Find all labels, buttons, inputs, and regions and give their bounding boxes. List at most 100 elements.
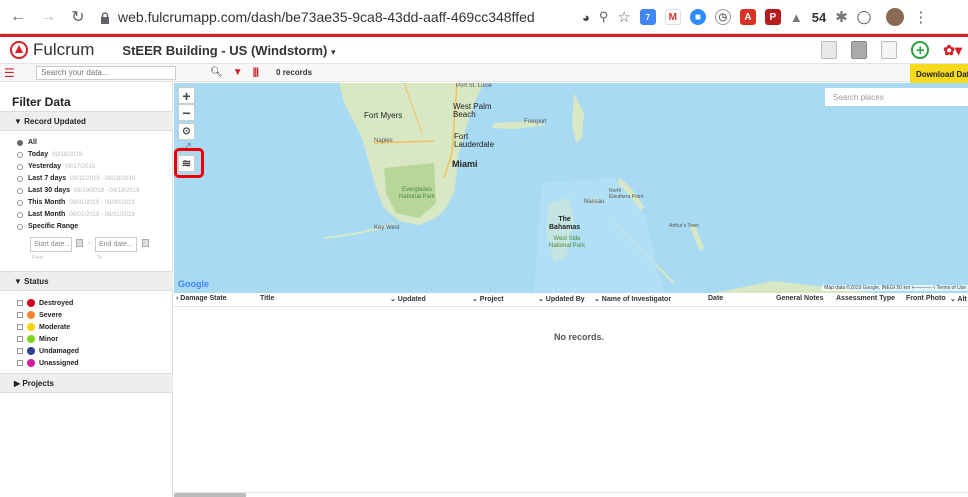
- option-specific-range[interactable]: Specific Range: [17, 223, 78, 230]
- option-all[interactable]: All: [17, 139, 37, 146]
- split-view-icon[interactable]: [851, 41, 868, 59]
- option-label: All: [28, 139, 37, 146]
- option-label: Last 30 days: [28, 187, 71, 194]
- incognito-icon[interactable]: ◕: [582, 10, 590, 25]
- fulcrum-logo-icon: [10, 41, 28, 59]
- status-moderate[interactable]: Moderate: [17, 323, 70, 331]
- checkbox-destroyed[interactable]: [17, 300, 23, 306]
- status-undamaged[interactable]: Undamaged: [17, 347, 79, 355]
- app-header: Fulcrum StEER Building - US (Windstorm) …: [0, 34, 968, 64]
- option-last-month[interactable]: Last Month 08/01/2019 - 08/31/2019: [17, 211, 135, 218]
- radio-last-30-days[interactable]: [17, 187, 23, 194]
- address-bar[interactable]: web.fulcrumapp.com/dash/be73ae35-9ca8-43…: [100, 5, 570, 29]
- projects-header[interactable]: ▶ Projects: [0, 373, 173, 393]
- tab-count[interactable]: 54: [812, 10, 826, 25]
- column-project[interactable]: ⌄ Project: [472, 295, 504, 303]
- column-assessment-type[interactable]: Assessment Type: [836, 295, 895, 302]
- option-this-month[interactable]: This Month 09/01/2019 - 09/30/2019: [17, 199, 135, 206]
- option-date: 08/19/2019 - 09/18/2019: [74, 187, 140, 194]
- back-arrow-icon[interactable]: ←: [6, 5, 30, 29]
- search-places-input[interactable]: Search places: [825, 88, 968, 106]
- clock-icon[interactable]: ◷: [714, 9, 731, 25]
- column-date[interactable]: Date: [708, 295, 723, 302]
- option-date: 08/01/2019 - 08/31/2019: [69, 211, 135, 218]
- status-destroyed[interactable]: Destroyed: [17, 299, 73, 307]
- profile-avatar[interactable]: [886, 8, 905, 26]
- extension-badge-icon[interactable]: 7: [639, 9, 656, 25]
- gear-icon[interactable]: ✿▾: [943, 42, 962, 59]
- status-label: Severe: [39, 311, 62, 319]
- column-updated[interactable]: ⌄ Updated: [390, 295, 426, 303]
- zoom-extension-icon[interactable]: ■: [689, 9, 706, 25]
- circle-icon[interactable]: ◯: [857, 9, 872, 25]
- checkbox-undamaged[interactable]: [17, 348, 23, 354]
- radio-today[interactable]: [17, 151, 23, 158]
- acrobat-icon[interactable]: A: [739, 9, 756, 25]
- scrollbar-thumb[interactable]: [174, 493, 246, 497]
- zoom-icon[interactable]: ⚲: [599, 9, 609, 25]
- radio-all[interactable]: [17, 139, 23, 146]
- grid-scrollbar[interactable]: [174, 492, 968, 497]
- checkbox-moderate[interactable]: [17, 324, 23, 330]
- radio-last-month[interactable]: [17, 211, 23, 218]
- checkbox-severe[interactable]: [17, 312, 23, 318]
- status-unassigned[interactable]: Unassigned: [17, 359, 79, 367]
- zoom-in-button[interactable]: +: [178, 87, 195, 104]
- column-updated-by[interactable]: ⌄ Updated By: [538, 295, 585, 303]
- locate-button[interactable]: ⊙: [178, 123, 195, 140]
- drive-icon[interactable]: ▲: [790, 10, 803, 25]
- pdf-icon[interactable]: P: [764, 9, 781, 25]
- map-label: Port St. Lucie: [456, 83, 493, 89]
- hamburger-icon[interactable]: ☰: [4, 66, 24, 80]
- column-damage-state[interactable]: › Damage State: [176, 295, 227, 302]
- column-general-notes[interactable]: General Notes: [776, 295, 823, 302]
- logo-text: Fulcrum: [33, 40, 95, 59]
- end-calendar-icon[interactable]: [142, 239, 149, 247]
- column-title[interactable]: Title: [260, 295, 274, 302]
- start-date-input[interactable]: Start date...: [30, 237, 72, 252]
- column-alt[interactable]: ⌄ Alt: [950, 295, 967, 303]
- table-view-icon[interactable]: [881, 41, 898, 59]
- add-record-icon[interactable]: +: [911, 41, 930, 59]
- map-attribution[interactable]: Map data ©2019 Google, INEGI 50 km ⊢———⊣…: [822, 285, 968, 291]
- record-updated-header[interactable]: ▼ Record Updated: [0, 111, 173, 131]
- bookmark-star-icon[interactable]: ☆: [617, 8, 630, 26]
- end-date-input[interactable]: End date...: [95, 237, 137, 252]
- option-yesterday[interactable]: Yesterday 09/17/2019: [17, 163, 95, 170]
- reload-icon[interactable]: ↻: [66, 5, 90, 29]
- checkbox-minor[interactable]: [17, 336, 23, 342]
- gmail-icon[interactable]: M: [664, 9, 681, 25]
- column-front-photo[interactable]: Front Photo: [906, 295, 946, 302]
- map-view-icon[interactable]: [821, 41, 838, 59]
- radio-yesterday[interactable]: [17, 163, 23, 170]
- search-icon[interactable]: 🔍︎: [210, 67, 223, 78]
- filter-sidebar: Filter Data ▼ Record Updated All Today 0…: [0, 83, 173, 497]
- radio-specific-range[interactable]: [17, 223, 23, 230]
- asterisk-icon[interactable]: ✱: [835, 8, 848, 26]
- zoom-out-button[interactable]: −: [178, 104, 195, 121]
- option-today[interactable]: Today 09/18/2019: [17, 151, 82, 158]
- checkbox-unassigned[interactable]: [17, 360, 23, 366]
- search-data-input[interactable]: [36, 65, 176, 80]
- column-investigator[interactable]: ⌄ Name of Investigator: [594, 295, 671, 303]
- status-severe[interactable]: Severe: [17, 311, 62, 319]
- filter-icon[interactable]: ▼: [233, 67, 243, 78]
- status-minor[interactable]: Minor: [17, 335, 58, 343]
- columns-icon[interactable]: |||: [253, 67, 259, 78]
- option-last-30-days[interactable]: Last 30 days 08/19/2019 - 09/18/2019: [17, 187, 139, 194]
- forward-arrow-icon[interactable]: →: [36, 5, 60, 29]
- map-view[interactable]: + − ⊙ ⤢ ≋ Search places Port St. Lucie W…: [174, 83, 968, 293]
- start-calendar-icon[interactable]: [76, 239, 83, 247]
- radio-this-month[interactable]: [17, 199, 23, 206]
- map-label: Key West: [374, 225, 400, 231]
- download-data-button[interactable]: Download Data: [910, 64, 968, 84]
- status-header[interactable]: ▼ Status: [0, 271, 173, 291]
- project-title[interactable]: StEER Building - US (Windstorm) ▾: [122, 43, 335, 58]
- option-date: 09/11/2019 - 09/18/2019: [70, 175, 136, 182]
- radio-last-7-days[interactable]: [17, 175, 23, 182]
- chrome-menu-icon[interactable]: ⋮: [913, 8, 928, 26]
- status-label: Undamaged: [39, 347, 80, 355]
- fulcrum-logo[interactable]: Fulcrum: [10, 40, 94, 60]
- option-last-7-days[interactable]: Last 7 days 09/11/2019 - 09/18/2019: [17, 175, 135, 182]
- map-label: Naples: [374, 138, 393, 144]
